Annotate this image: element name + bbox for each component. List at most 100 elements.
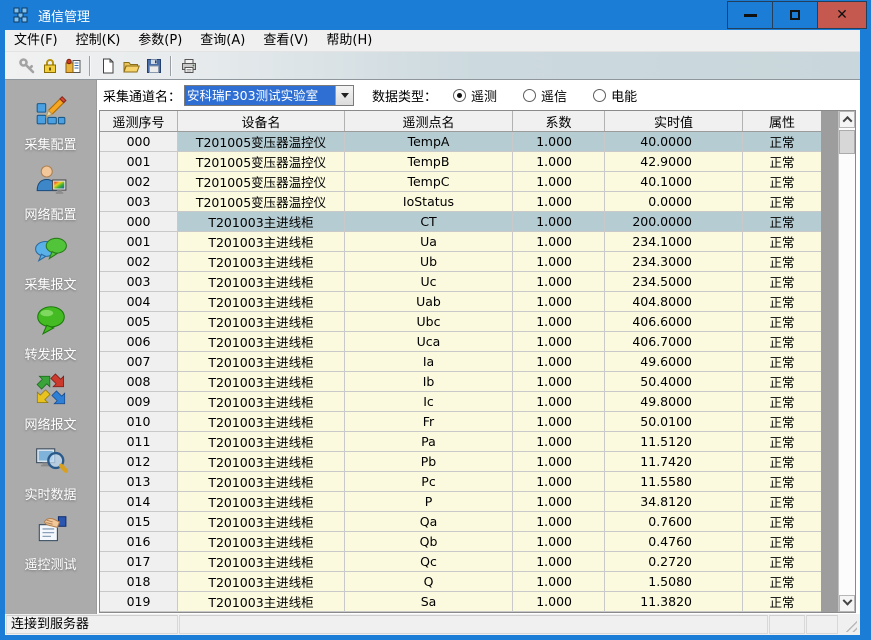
cell-device: T201003主进线柜: [178, 252, 345, 272]
channel-combobox[interactable]: 安科瑞F303测试实验室: [184, 85, 354, 106]
cell-seq: 002: [100, 172, 178, 192]
green-bubble-icon: [34, 303, 68, 341]
lock-icon[interactable]: [38, 54, 61, 77]
table-row[interactable]: 007 T201003主进线柜 Ia 1.000 49.6000 正常: [100, 352, 821, 372]
table-row[interactable]: 019 T201003主进线柜 Sa 1.000 11.3820 正常: [100, 592, 821, 612]
sidebar-item-forward-messages[interactable]: 转发报文: [5, 303, 96, 373]
table-row[interactable]: 009 T201003主进线柜 Ic 1.000 49.8000 正常: [100, 392, 821, 412]
cell-seq: 001: [100, 152, 178, 172]
cell-attr: 正常: [743, 312, 821, 332]
scrollbar-thumb[interactable]: [839, 130, 855, 154]
resize-grip[interactable]: [838, 614, 860, 635]
scroll-up-button[interactable]: [839, 111, 855, 128]
cell-seq: 012: [100, 452, 178, 472]
table-row[interactable]: 000 T201003主进线柜 CT 1.000 200.0000 正常: [100, 212, 821, 232]
table-grid: 遥测序号 设备名 遥测点名 系数 实时值 属性 000 T201005变压器温控…: [100, 111, 821, 612]
table-row[interactable]: 003 T201005变压器温控仪 IoStatus 1.000 0.0000 …: [100, 192, 821, 212]
table-row[interactable]: 000 T201005变压器温控仪 TempA 1.000 40.0000 正常: [100, 132, 821, 152]
menu-control[interactable]: 控制(K): [67, 30, 130, 52]
header-value[interactable]: 实时值: [605, 111, 743, 131]
cell-value: 11.7420: [605, 452, 743, 472]
cell-coef: 1.000: [513, 552, 605, 572]
radio-telemetry[interactable]: 遥测: [453, 86, 497, 105]
combo-dropdown-button[interactable]: [335, 86, 353, 105]
key-icon[interactable]: [15, 54, 38, 77]
radio-energy[interactable]: 电能: [593, 86, 637, 105]
scroll-down-button[interactable]: [839, 595, 855, 612]
menu-params[interactable]: 参数(P): [129, 30, 191, 52]
cell-point: CT: [345, 212, 513, 232]
sidebar-item-collect-messages[interactable]: 采集报文: [5, 233, 96, 303]
table-row[interactable]: 002 T201005变压器温控仪 TempC 1.000 40.1000 正常: [100, 172, 821, 192]
table-row[interactable]: 003 T201003主进线柜 Uc 1.000 234.5000 正常: [100, 272, 821, 292]
table-row[interactable]: 004 T201003主进线柜 Uab 1.000 404.8000 正常: [100, 292, 821, 312]
cell-device: T201003主进线柜: [178, 492, 345, 512]
cell-value: 42.9000: [605, 152, 743, 172]
table-row[interactable]: 008 T201003主进线柜 Ib 1.000 50.4000 正常: [100, 372, 821, 392]
sidebar-item-label: 采集报文: [24, 274, 76, 293]
save-icon[interactable]: [142, 54, 165, 77]
cell-point: Qa: [345, 512, 513, 532]
vertical-scrollbar[interactable]: [838, 111, 855, 612]
cell-attr: 正常: [743, 232, 821, 252]
header-attr[interactable]: 属性: [743, 111, 821, 131]
open-folder-icon[interactable]: [119, 54, 142, 77]
table-row[interactable]: 012 T201003主进线柜 Pb 1.000 11.7420 正常: [100, 452, 821, 472]
table-row[interactable]: 014 T201003主进线柜 P 1.000 34.8120 正常: [100, 492, 821, 512]
sidebar-item-remote-control-test[interactable]: 遥控测试: [5, 513, 96, 583]
cell-device: T201003主进线柜: [178, 352, 345, 372]
table-row[interactable]: 017 T201003主进线柜 Qc 1.000 0.2720 正常: [100, 552, 821, 572]
cell-attr: 正常: [743, 412, 821, 432]
table-row[interactable]: 001 T201005变压器温控仪 TempB 1.000 42.9000 正常: [100, 152, 821, 172]
header-device[interactable]: 设备名: [178, 111, 345, 131]
table-row[interactable]: 015 T201003主进线柜 Qa 1.000 0.7600 正常: [100, 512, 821, 532]
new-file-icon[interactable]: [96, 54, 119, 77]
sidebar-item-network-config[interactable]: 网络配置: [5, 163, 96, 233]
header-point[interactable]: 遥测点名: [345, 111, 513, 131]
cell-seq: 005: [100, 312, 178, 332]
header-seq[interactable]: 遥测序号: [100, 111, 178, 131]
header-coef[interactable]: 系数: [513, 111, 605, 131]
cell-coef: 1.000: [513, 492, 605, 512]
sidebar-item-realtime-data[interactable]: 实时数据: [5, 443, 96, 513]
cell-seq: 008: [100, 372, 178, 392]
cell-point: Uab: [345, 292, 513, 312]
maximize-button[interactable]: [772, 1, 818, 29]
cell-value: 49.8000: [605, 392, 743, 412]
cell-device: T201003主进线柜: [178, 432, 345, 452]
table-row[interactable]: 001 T201003主进线柜 Ua 1.000 234.1000 正常: [100, 232, 821, 252]
sidebar-item-label: 遥控测试: [24, 554, 76, 573]
menu-file[interactable]: 文件(F): [5, 30, 67, 52]
close-button[interactable]: ✕: [817, 1, 867, 29]
table-row[interactable]: 011 T201003主进线柜 Pa 1.000 11.5120 正常: [100, 432, 821, 452]
sidebar-item-network-messages[interactable]: 网络报文: [5, 373, 96, 443]
menu-help[interactable]: 帮助(H): [317, 30, 381, 52]
table-row[interactable]: 013 T201003主进线柜 Pc 1.000 11.5580 正常: [100, 472, 821, 492]
cell-device: T201003主进线柜: [178, 392, 345, 412]
print-icon[interactable]: [177, 54, 200, 77]
table-row[interactable]: 002 T201003主进线柜 Ub 1.000 234.3000 正常: [100, 252, 821, 272]
cell-point: Uc: [345, 272, 513, 292]
menu-query[interactable]: 查询(A): [191, 30, 254, 52]
titlebar[interactable]: 通信管理 ✕: [0, 0, 871, 30]
radio-telesignal[interactable]: 遥信: [523, 86, 567, 105]
cell-point: TempA: [345, 132, 513, 152]
cell-point: Q: [345, 572, 513, 592]
tools-icon[interactable]: [61, 54, 84, 77]
table-row[interactable]: 010 T201003主进线柜 Fr 1.000 50.0100 正常: [100, 412, 821, 432]
table-row[interactable]: 005 T201003主进线柜 Ubc 1.000 406.6000 正常: [100, 312, 821, 332]
status-message: 连接到服务器: [6, 615, 178, 634]
cell-coef: 1.000: [513, 312, 605, 332]
sidebar-item-collect-config[interactable]: 采集配置: [5, 93, 96, 163]
table-row[interactable]: 016 T201003主进线柜 Qb 1.000 0.4760 正常: [100, 532, 821, 552]
menu-view[interactable]: 查看(V): [254, 30, 317, 52]
minimize-button[interactable]: [727, 1, 773, 29]
cell-point: Ic: [345, 392, 513, 412]
cell-coef: 1.000: [513, 272, 605, 292]
cell-coef: 1.000: [513, 252, 605, 272]
toolbar-separator: [89, 56, 91, 76]
cell-value: 11.3820: [605, 592, 743, 612]
cell-device: T201003主进线柜: [178, 332, 345, 352]
table-row[interactable]: 006 T201003主进线柜 Uca 1.000 406.7000 正常: [100, 332, 821, 352]
table-row[interactable]: 018 T201003主进线柜 Q 1.000 1.5080 正常: [100, 572, 821, 592]
